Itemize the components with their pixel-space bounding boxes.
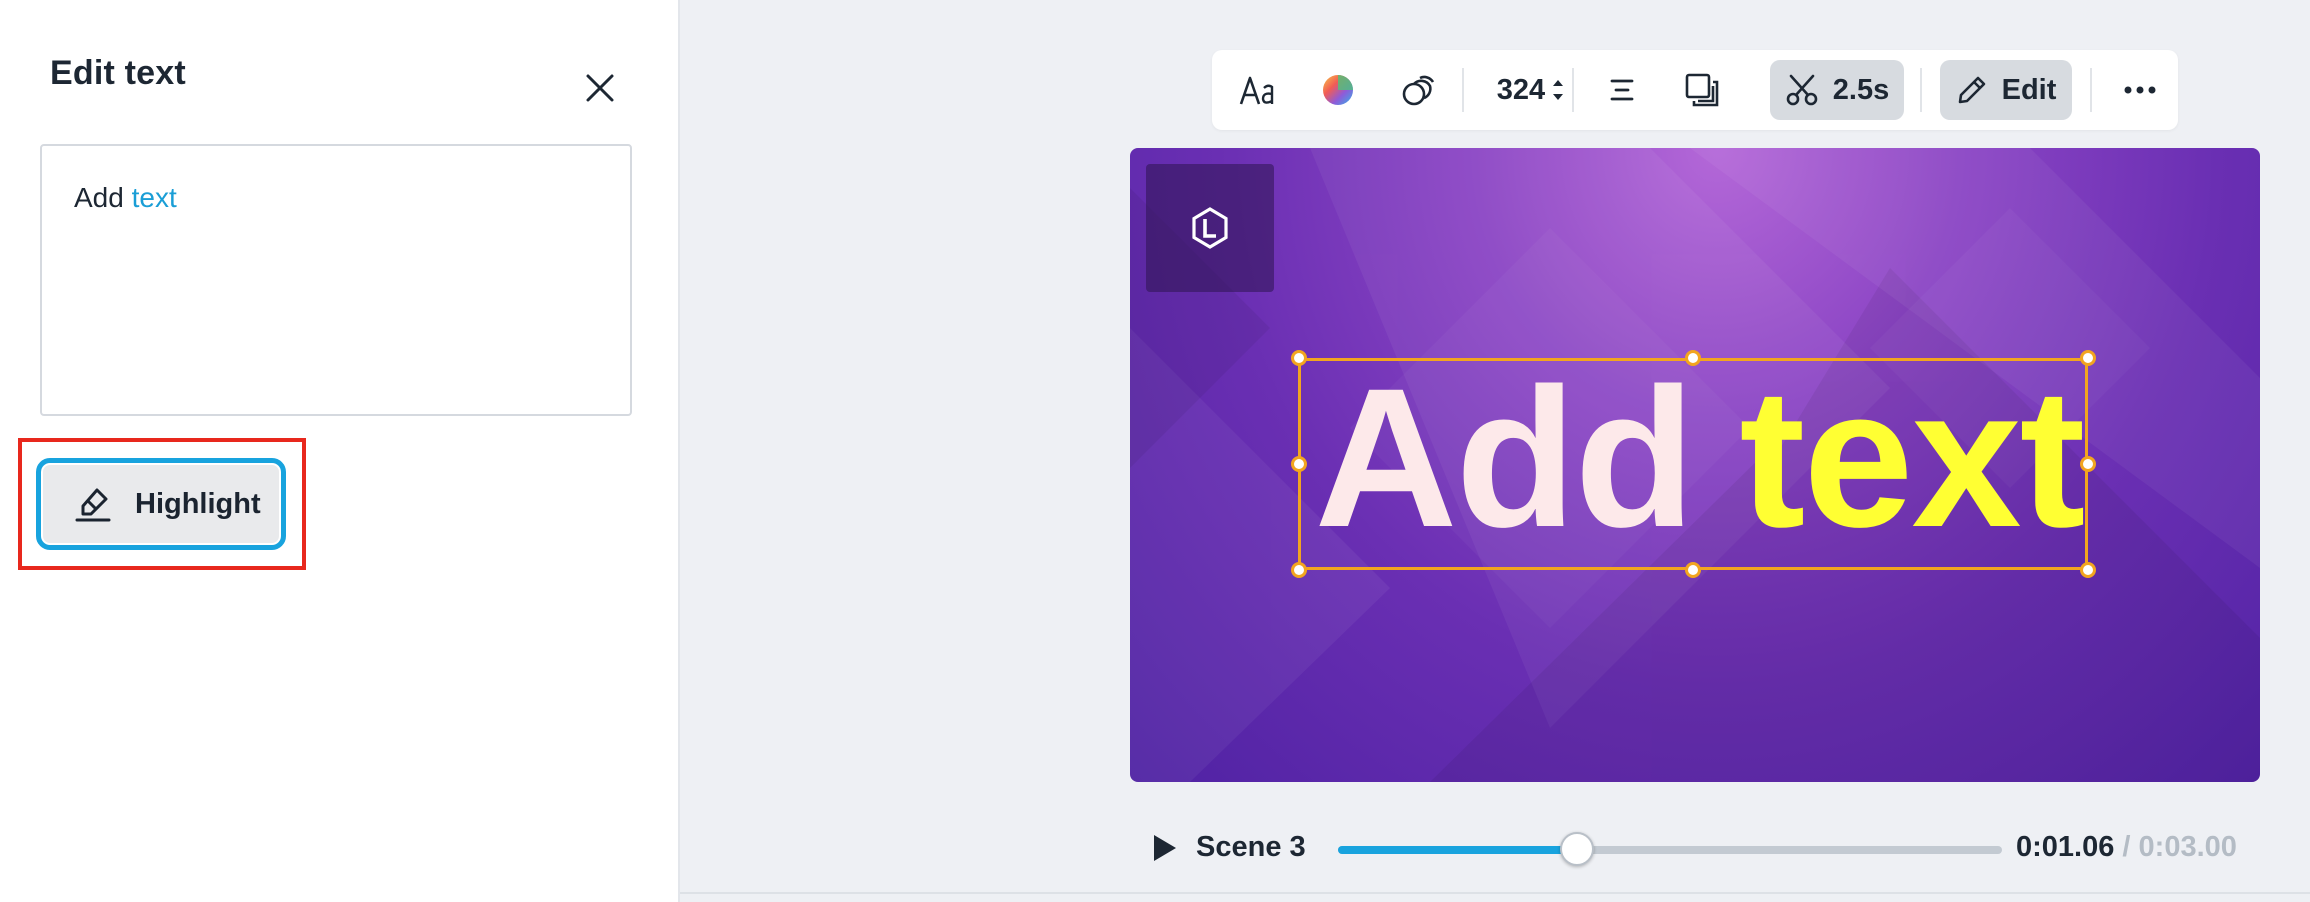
canvas-text[interactable]: Add text: [1304, 352, 2094, 564]
duration-value: 2.5s: [1832, 73, 1890, 106]
resize-handle-bottom[interactable]: [1685, 562, 1701, 578]
logo-icon: [1192, 207, 1228, 249]
duration-button[interactable]: 2.5s: [1770, 60, 1904, 120]
resize-handle-right[interactable]: [2080, 456, 2096, 472]
editor-word-highlighted: text: [131, 182, 177, 213]
align-button[interactable]: [1592, 60, 1652, 120]
font-icon: [1239, 76, 1274, 105]
highlight-button[interactable]: Highlight: [36, 458, 286, 550]
more-icon: [2124, 86, 2156, 94]
color-wheel-icon: [1323, 75, 1353, 105]
toolbar-divider: [2090, 68, 2092, 112]
resize-handle-top-right[interactable]: [2080, 350, 2096, 366]
editor-word-plain: Add: [74, 182, 124, 213]
play-button[interactable]: [1146, 830, 1182, 866]
highlighter-icon: [71, 482, 115, 526]
toolbar-divider: [1572, 68, 1574, 112]
edit-text-panel: Edit text Add text Highlight: [0, 0, 680, 902]
color-button[interactable]: [1308, 60, 1368, 120]
highlight-label: Highlight: [135, 487, 261, 520]
text-editor[interactable]: Add text: [40, 144, 632, 416]
more-button[interactable]: [2110, 60, 2170, 120]
effects-button[interactable]: [1388, 60, 1448, 120]
scissors-icon: [1786, 74, 1818, 106]
pencil-icon: [1958, 76, 1985, 104]
canvas-word-highlighted: text: [1739, 347, 2085, 568]
close-icon: [586, 74, 614, 102]
edit-button[interactable]: Edit: [1940, 60, 2072, 120]
toolbar-divider: [1920, 68, 1922, 112]
brand-logo[interactable]: [1146, 164, 1274, 292]
resize-handle-top[interactable]: [1685, 350, 1701, 366]
panel-title: Edit text: [50, 54, 186, 92]
layer-icon: [1685, 73, 1719, 107]
chevron-down-icon[interactable]: [1551, 93, 1565, 102]
close-button[interactable]: [578, 66, 622, 110]
layer-button[interactable]: [1672, 60, 1732, 120]
canvas-word-plain: Add: [1314, 347, 1696, 568]
font-size-stepper[interactable]: 324: [1476, 60, 1586, 120]
resize-handle-left[interactable]: [1291, 456, 1307, 472]
resize-handle-top-left[interactable]: [1291, 350, 1307, 366]
divider: [680, 892, 2310, 894]
font-size-value: 324: [1496, 73, 1546, 106]
play-icon: [1154, 835, 1176, 861]
timeline-track[interactable]: [1338, 846, 2002, 854]
timeline-progress: [1338, 846, 1578, 854]
align-icon: [1610, 79, 1634, 101]
text-toolbar: 324 2.5s Edit: [1212, 50, 2178, 130]
resize-handle-bottom-left[interactable]: [1291, 562, 1307, 578]
edit-label: Edit: [2001, 73, 2057, 106]
resize-handle-bottom-right[interactable]: [2080, 562, 2096, 578]
timeline-scrubber[interactable]: [1560, 832, 1595, 866]
editor-text[interactable]: Add text: [74, 182, 177, 214]
total-time: / 0:03.00: [2122, 831, 2237, 863]
toolbar-divider: [1462, 68, 1464, 112]
scene-label: Scene 3: [1196, 831, 1306, 863]
effects-icon: [1402, 75, 1435, 106]
font-button[interactable]: [1228, 60, 1288, 120]
current-time: 0:01.06: [2016, 831, 2115, 863]
time-display: 0:01.06 / 0:03.00: [2016, 831, 2237, 864]
chevron-up-icon[interactable]: [1551, 78, 1565, 87]
